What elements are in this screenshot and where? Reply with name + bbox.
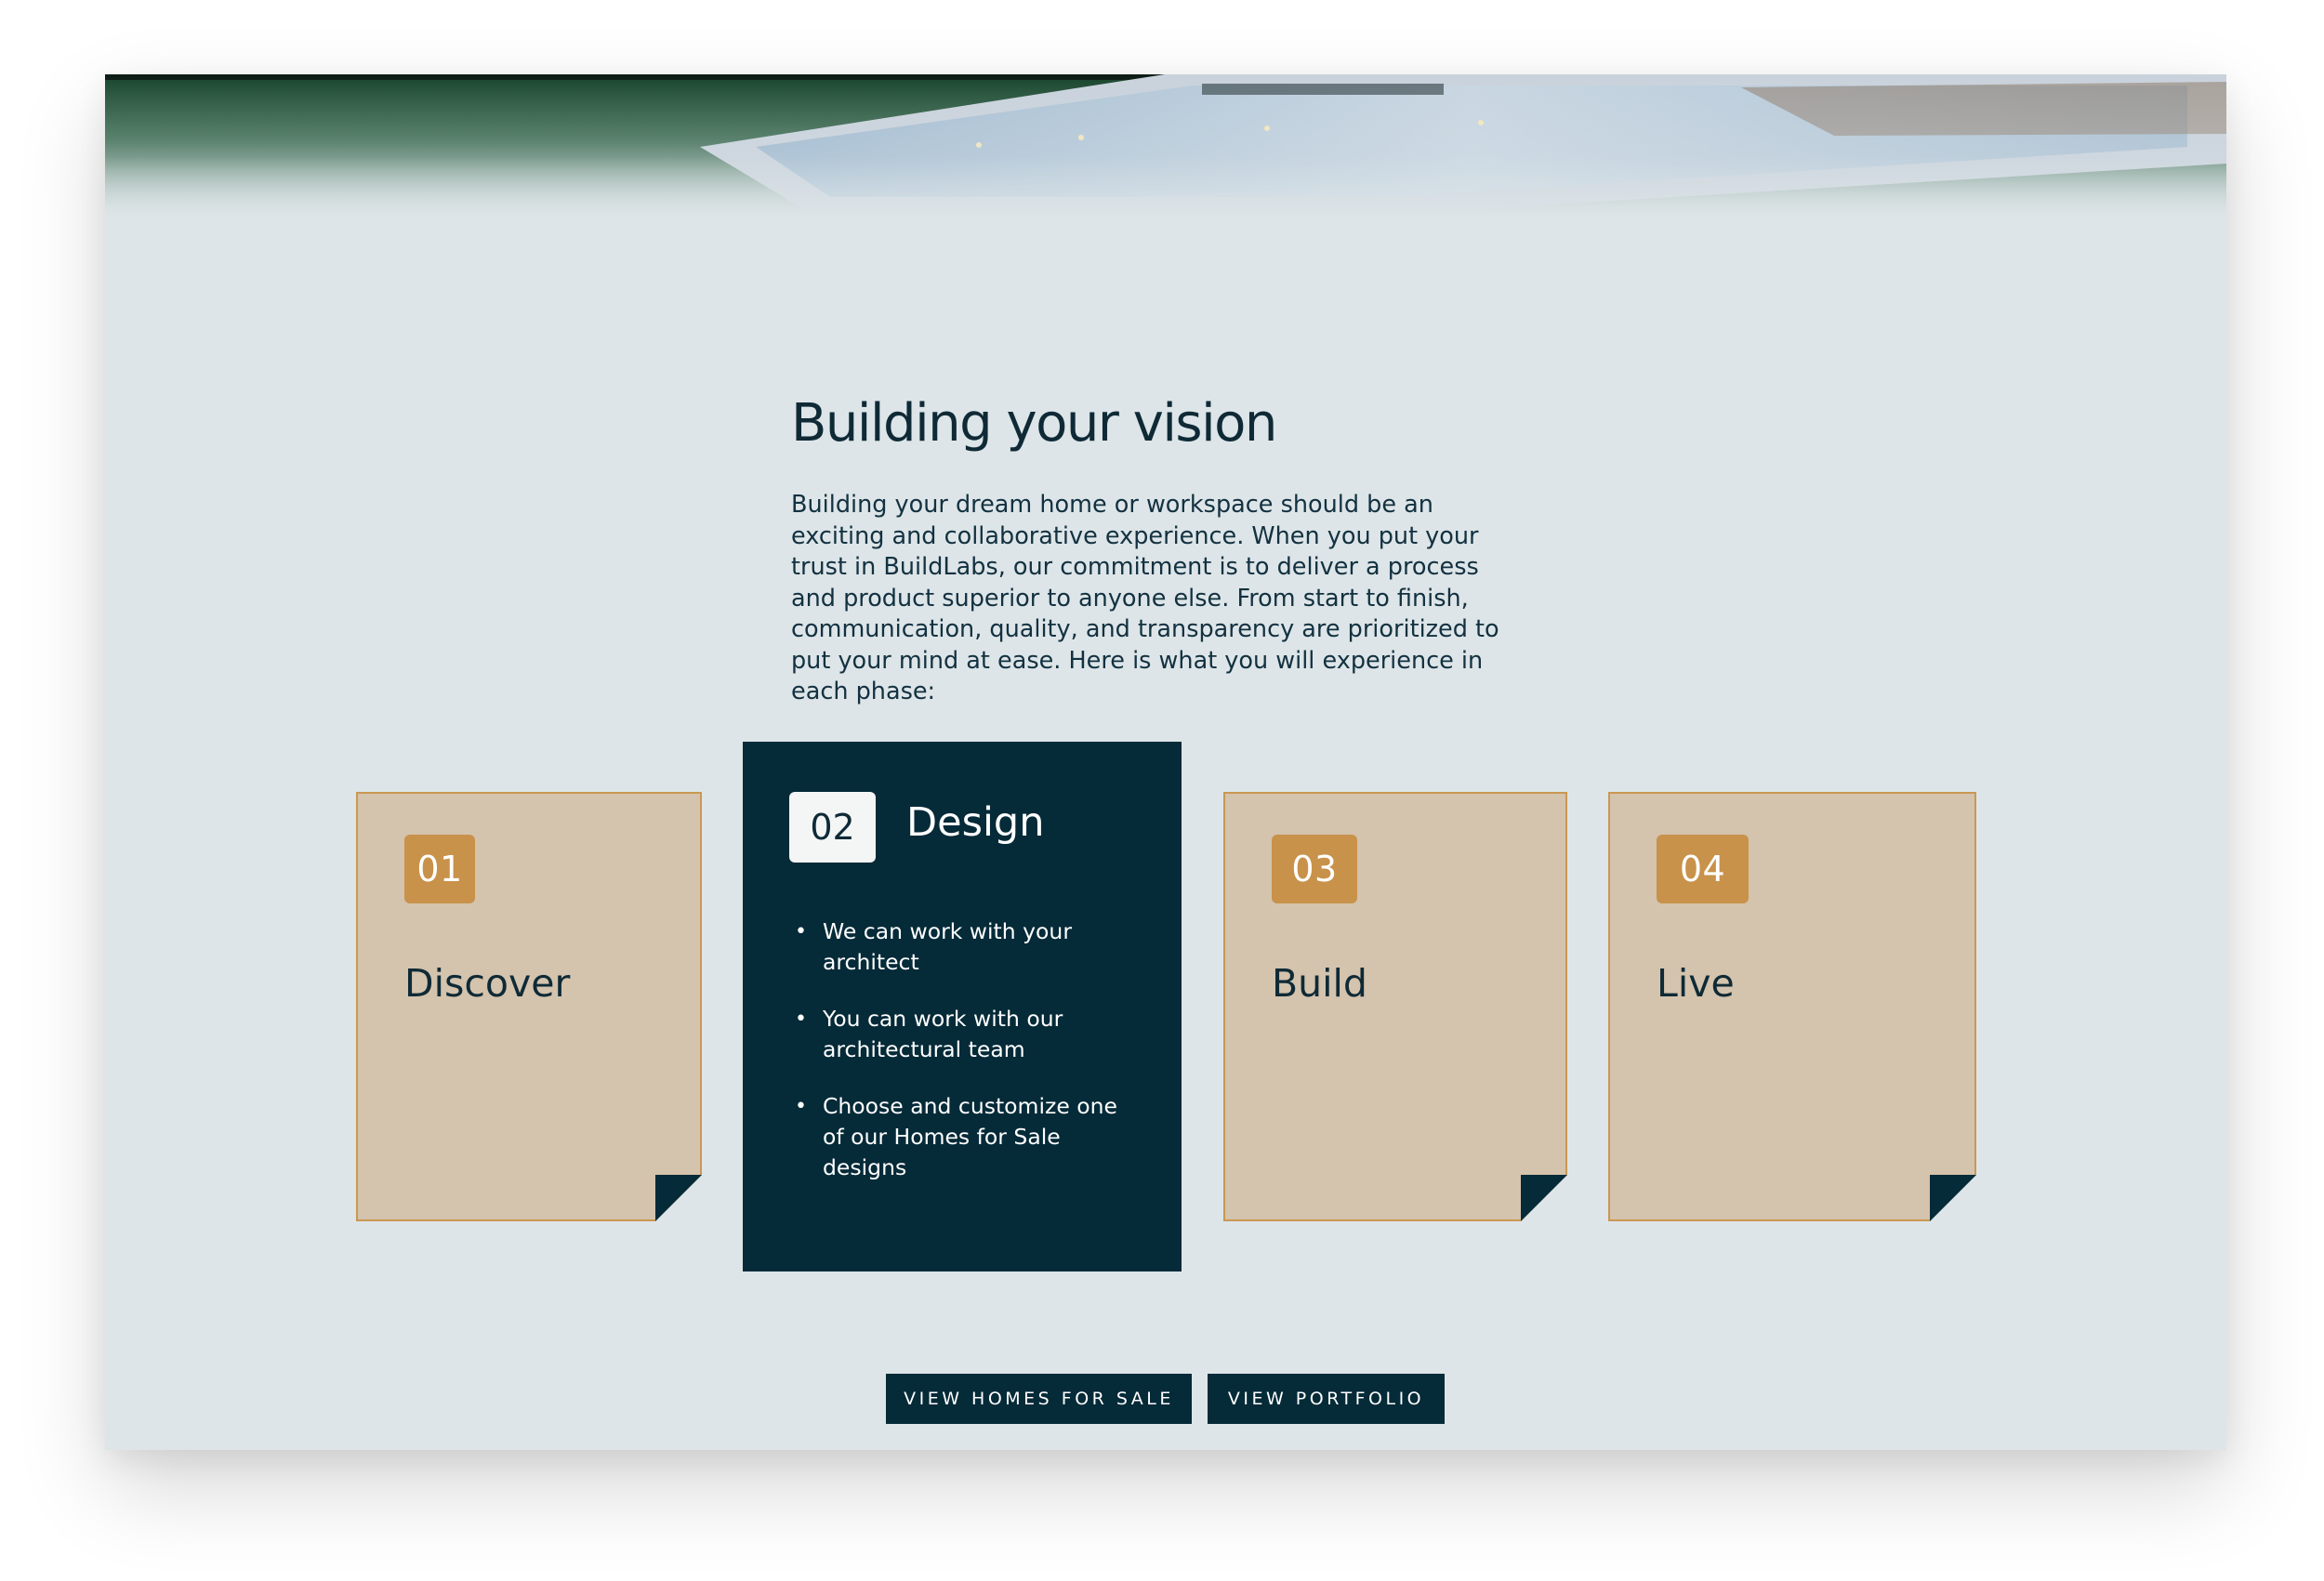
phase-card-build[interactable]: 03 Build	[1223, 792, 1567, 1221]
list-item: You can work with our architectural team	[795, 1004, 1129, 1065]
section-title: Building your vision	[791, 393, 1277, 454]
section-intro: Building your dream home or workspace sh…	[791, 491, 1499, 706]
pool-illustration	[105, 74, 2226, 223]
phase-number-badge: 01	[404, 835, 475, 903]
phase-number-badge: 04	[1657, 835, 1749, 903]
phase-details-list: We can work with your architect You can …	[795, 916, 1129, 1209]
hero-pool-image	[105, 74, 2226, 223]
page-frame: Building your vision Building your dream…	[105, 74, 2226, 1450]
list-item: Choose and customize one of our Homes fo…	[795, 1091, 1129, 1183]
phase-number-badge: 03	[1272, 835, 1357, 903]
list-item: We can work with your architect	[795, 916, 1129, 978]
view-portfolio-button[interactable]: VIEW PORTFOLIO	[1208, 1374, 1445, 1424]
phase-card-live[interactable]: 04 Live	[1608, 792, 1976, 1221]
phase-title: Build	[1272, 961, 1367, 1006]
view-homes-for-sale-button[interactable]: VIEW HOMES FOR SALE	[886, 1374, 1192, 1424]
phase-title: Design	[906, 799, 1045, 846]
phase-number-badge: 02	[789, 792, 876, 863]
phase-card-discover[interactable]: 01 Discover	[356, 792, 702, 1221]
phase-title: Discover	[404, 961, 571, 1006]
phase-title: Live	[1657, 961, 1735, 1006]
phase-card-design[interactable]: 02 Design We can work with your architec…	[743, 742, 1182, 1271]
intro-section: Building your vision Building your dream…	[791, 392, 1525, 708]
